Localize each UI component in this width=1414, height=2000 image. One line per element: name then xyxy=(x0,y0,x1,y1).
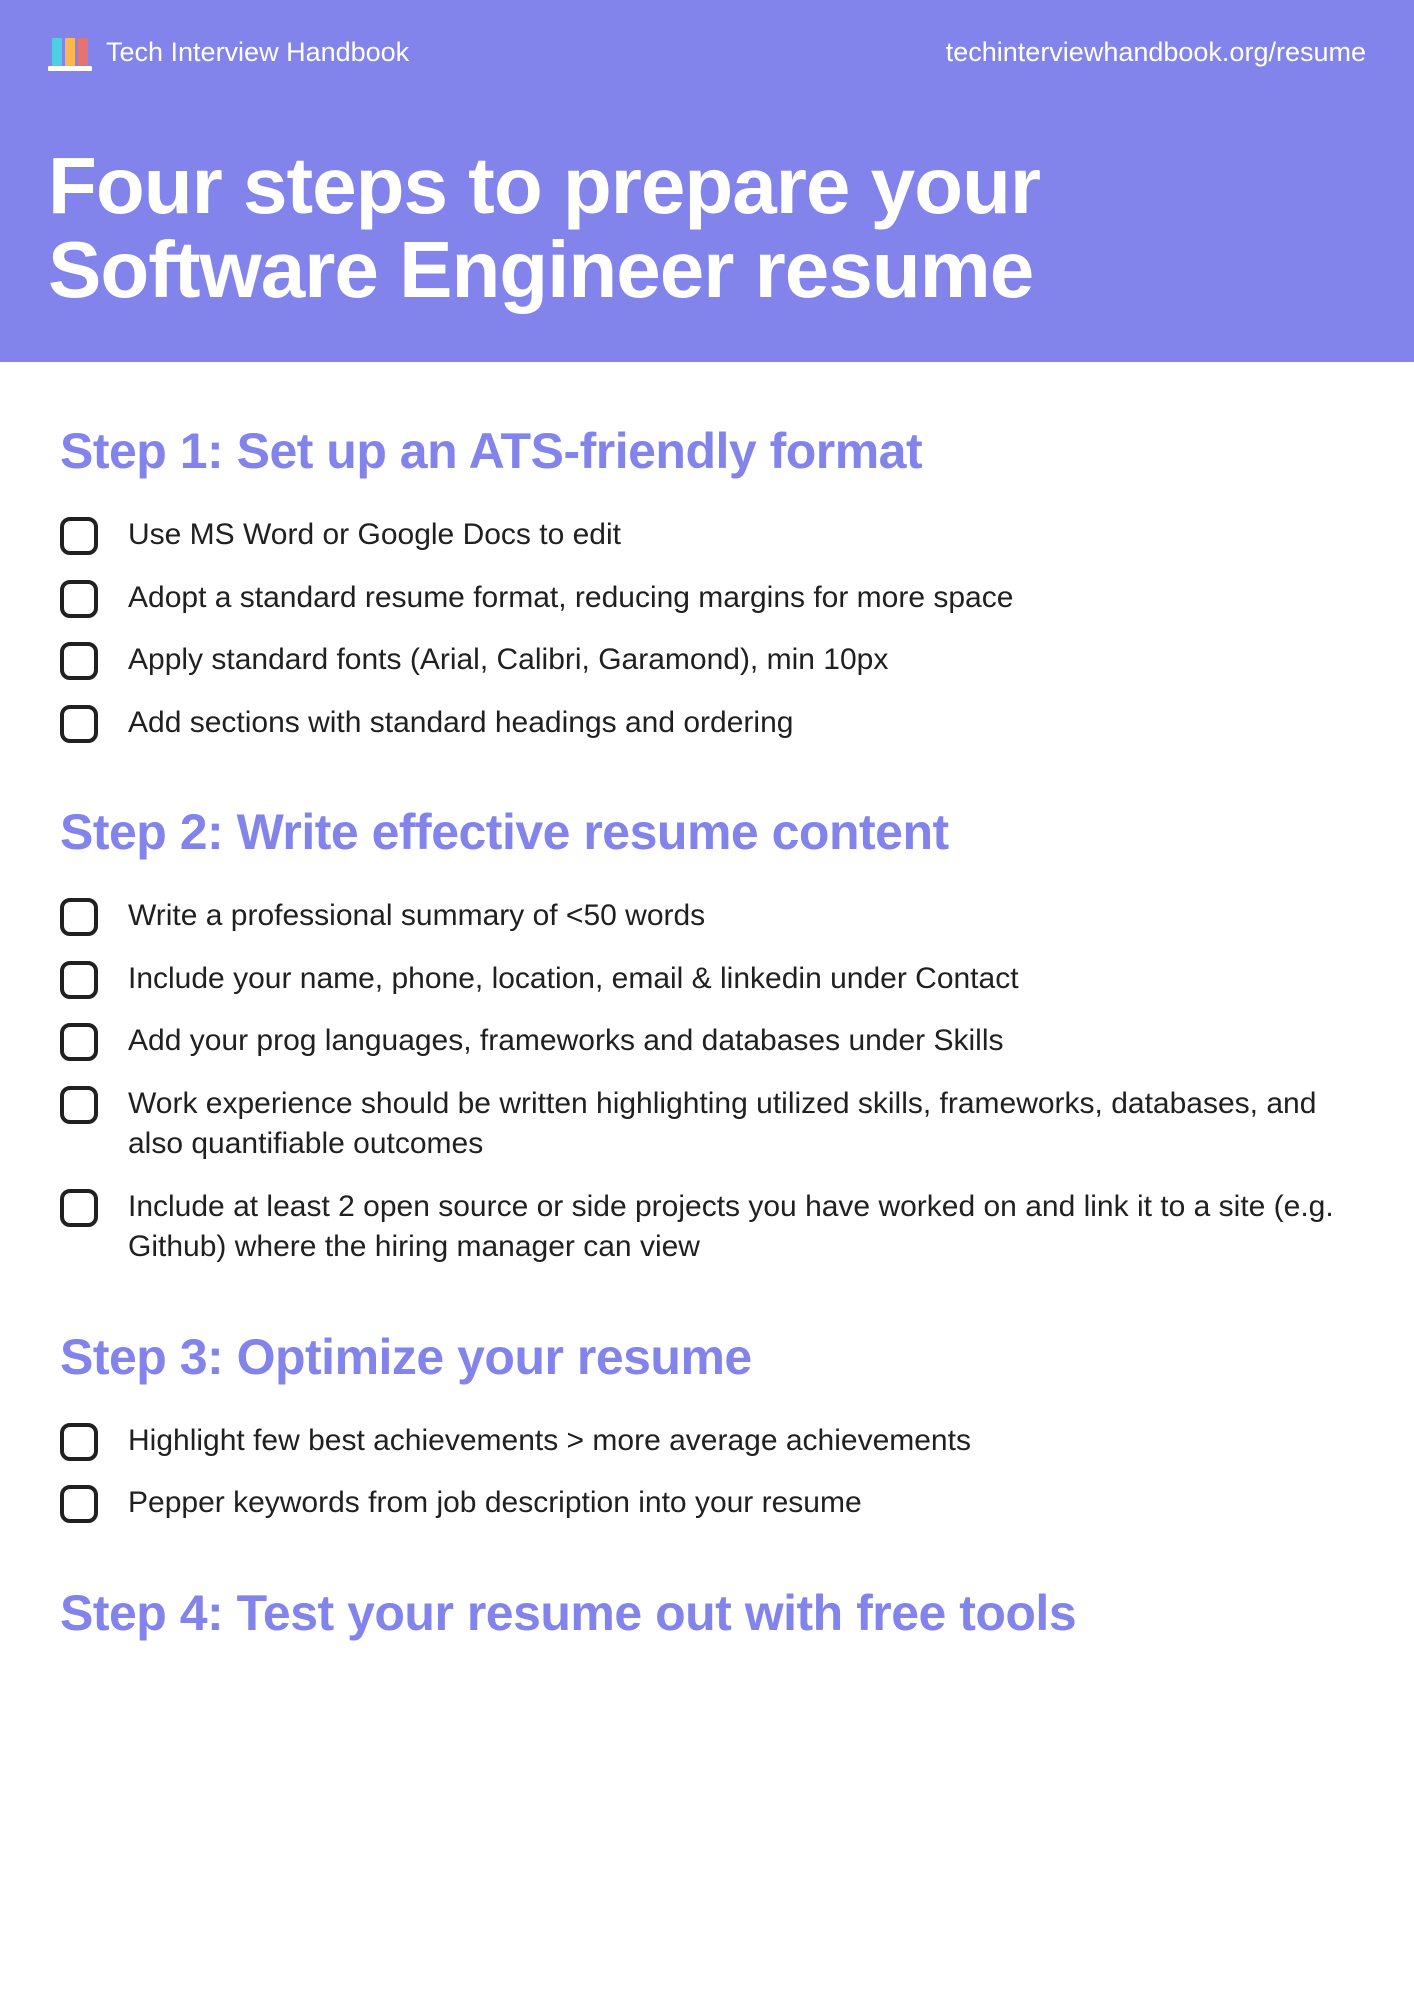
header-banner: Tech Interview Handbook techinterviewhan… xyxy=(0,0,1414,362)
checkbox[interactable] xyxy=(60,1086,98,1124)
step-4: Step 4: Test your resume out with free t… xyxy=(60,1584,1354,1642)
logo-icon xyxy=(48,30,92,74)
step-2: Step 2: Write effective resume content W… xyxy=(60,803,1354,1268)
checkbox[interactable] xyxy=(60,517,98,555)
brand-text: Tech Interview Handbook xyxy=(106,37,409,68)
content-area: Step 1: Set up an ATS-friendly format Us… xyxy=(0,362,1414,1642)
item-text: Use MS Word or Google Docs to edit xyxy=(128,515,621,556)
checkbox[interactable] xyxy=(60,580,98,618)
item-text: Adopt a standard resume format, reducing… xyxy=(128,578,1013,619)
item-text: Write a professional summary of <50 word… xyxy=(128,896,705,937)
checkbox[interactable] xyxy=(60,898,98,936)
checklist-item: Add your prog languages, frameworks and … xyxy=(60,1021,1354,1062)
item-text: Include at least 2 open source or side p… xyxy=(128,1187,1354,1268)
checkbox[interactable] xyxy=(60,961,98,999)
checklist-item: Pepper keywords from job description int… xyxy=(60,1483,1354,1524)
item-text: Highlight few best achievements > more a… xyxy=(128,1421,971,1462)
step-1: Step 1: Set up an ATS-friendly format Us… xyxy=(60,422,1354,743)
checklist-item: Include your name, phone, location, emai… xyxy=(60,959,1354,1000)
checkbox[interactable] xyxy=(60,1485,98,1523)
checklist-item: Adopt a standard resume format, reducing… xyxy=(60,578,1354,619)
checklist-item: Highlight few best achievements > more a… xyxy=(60,1421,1354,1462)
header-url: techinterviewhandbook.org/resume xyxy=(946,37,1366,68)
checklist-item: Use MS Word or Google Docs to edit xyxy=(60,515,1354,556)
checkbox[interactable] xyxy=(60,1189,98,1227)
checklist-item: Include at least 2 open source or side p… xyxy=(60,1187,1354,1268)
topbar: Tech Interview Handbook techinterviewhan… xyxy=(48,30,1366,74)
step-title: Step 3: Optimize your resume xyxy=(60,1328,1354,1386)
checklist-item: Apply standard fonts (Arial, Calibri, Ga… xyxy=(60,640,1354,681)
step-title: Step 2: Write effective resume content xyxy=(60,803,1354,861)
item-text: Work experience should be written highli… xyxy=(128,1084,1354,1165)
checklist-item: Add sections with standard headings and … xyxy=(60,703,1354,744)
item-text: Pepper keywords from job description int… xyxy=(128,1483,862,1524)
item-text: Add sections with standard headings and … xyxy=(128,703,793,744)
checklist-item: Work experience should be written highli… xyxy=(60,1084,1354,1165)
checkbox[interactable] xyxy=(60,705,98,743)
item-text: Add your prog languages, frameworks and … xyxy=(128,1021,1004,1062)
item-text: Include your name, phone, location, emai… xyxy=(128,959,1019,1000)
checkbox[interactable] xyxy=(60,1023,98,1061)
checkbox[interactable] xyxy=(60,1423,98,1461)
checklist-item: Write a professional summary of <50 word… xyxy=(60,896,1354,937)
step-3: Step 3: Optimize your resume Highlight f… xyxy=(60,1328,1354,1524)
step-title: Step 4: Test your resume out with free t… xyxy=(60,1584,1354,1642)
brand: Tech Interview Handbook xyxy=(48,30,409,74)
checkbox[interactable] xyxy=(60,642,98,680)
page-title: Four steps to prepare your Software Engi… xyxy=(48,144,1366,312)
item-text: Apply standard fonts (Arial, Calibri, Ga… xyxy=(128,640,888,681)
step-title: Step 1: Set up an ATS-friendly format xyxy=(60,422,1354,480)
